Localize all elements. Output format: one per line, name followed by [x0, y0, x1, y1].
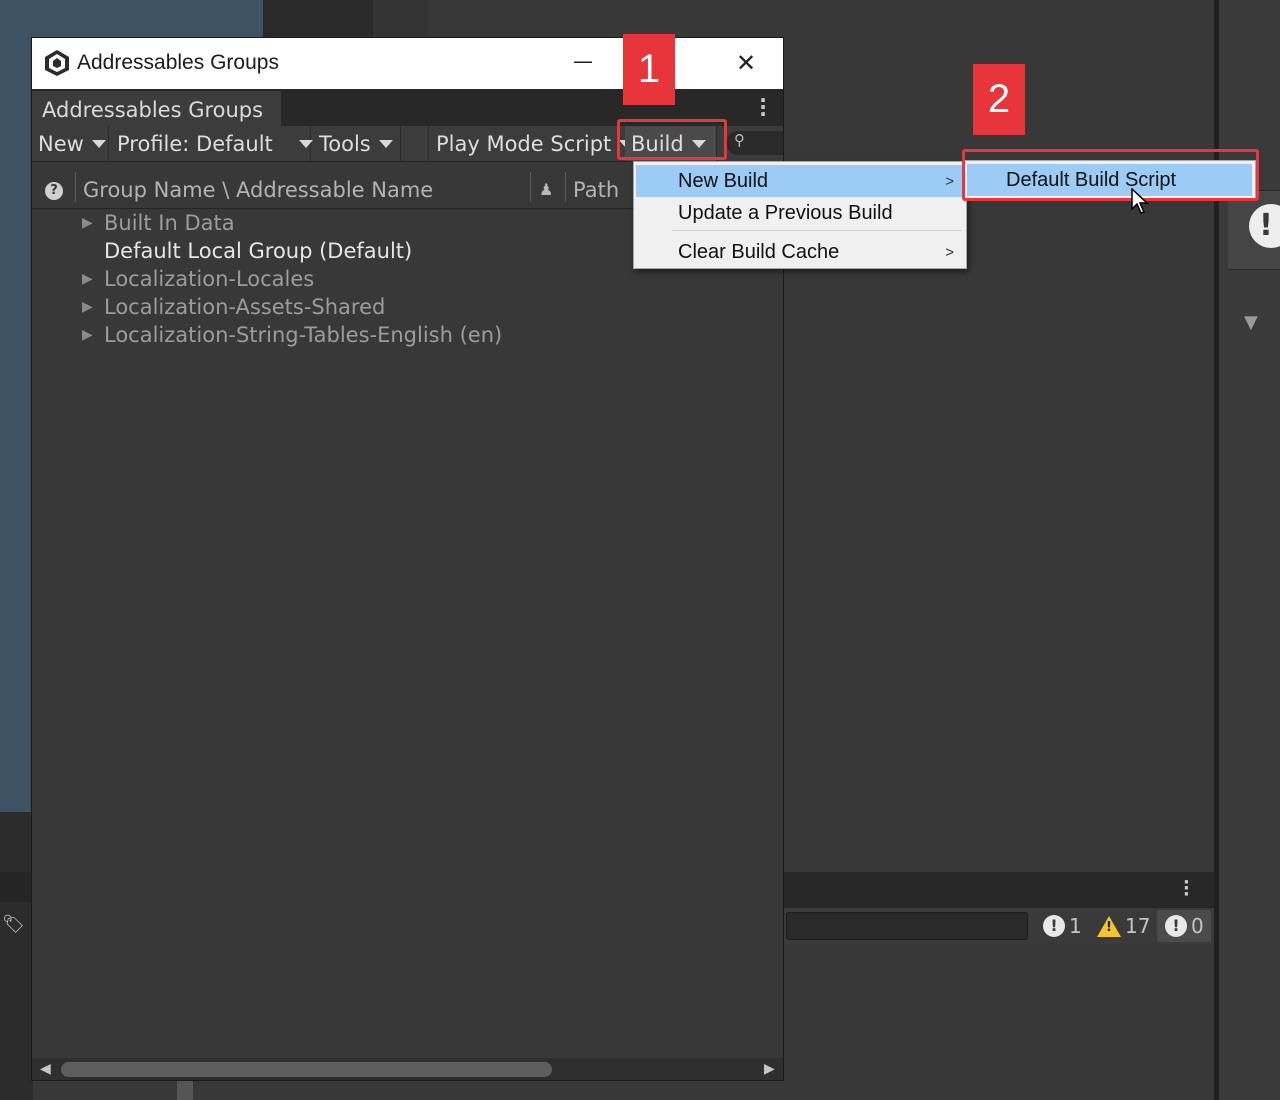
log-count-toggle[interactable]: ! 0: [1165, 912, 1204, 940]
project-toolbar: [0, 872, 33, 902]
error-count: 1: [1069, 914, 1082, 938]
group-row-default-local[interactable]: Default Local Group (Default): [82, 237, 412, 265]
group-row-localization-string-tables[interactable]: ▶ Localization-String-Tables-English (en…: [82, 321, 502, 349]
menu-item-label: Clear Build Cache: [678, 240, 840, 263]
tools-dropdown[interactable]: Tools: [313, 126, 401, 161]
scroll-right-arrow-icon[interactable]: ▶: [764, 1061, 775, 1077]
profile-label: Profile: Default: [117, 131, 273, 156]
log-count: 0: [1191, 914, 1204, 938]
step-badge-2: 2: [973, 64, 1025, 135]
callout-highlight-default-build-script: [962, 149, 1259, 201]
menu-item-label: Update a Previous Build: [678, 201, 893, 224]
group-label: Localization-Locales: [104, 267, 315, 291]
group-row-built-in-data[interactable]: ▶ Built In Data: [82, 209, 235, 237]
group-label: Built In Data: [104, 211, 235, 235]
caret-down-icon: [378, 139, 393, 148]
caret-down-icon: [91, 139, 106, 148]
menu-item-label: New Build: [678, 169, 769, 192]
group-label: Default Local Group (Default): [104, 239, 413, 263]
warning-icon: !: [1097, 915, 1121, 937]
submenu-arrow-icon: >: [945, 243, 954, 261]
close-button[interactable]: ✕: [722, 38, 770, 89]
scrollbar-thumb[interactable]: [61, 1062, 552, 1077]
splitter-handle[interactable]: [177, 1080, 193, 1100]
group-label: Localization-String-Tables-English (en): [104, 323, 503, 347]
mouse-cursor-icon: [1131, 188, 1149, 214]
error-icon: !: [1043, 915, 1065, 937]
menu-separator: [672, 230, 962, 231]
expand-arrow-icon[interactable]: ▶: [82, 327, 104, 343]
expand-arrow-icon[interactable]: ▶: [82, 299, 104, 315]
menu-item-update-previous-build[interactable]: Update a Previous Build: [636, 197, 964, 229]
column-separator[interactable]: [530, 172, 531, 202]
triangle-down-icon[interactable]: ▼: [1244, 312, 1258, 333]
expand-arrow-icon[interactable]: ▶: [82, 271, 104, 287]
project-panel: [0, 812, 33, 1100]
expand-arrow-icon[interactable]: ▶: [82, 215, 104, 231]
search-input[interactable]: ⚲: [726, 131, 783, 155]
minimize-button[interactable]: —: [559, 38, 607, 89]
console-header: [784, 872, 1214, 908]
window-title: Addressables Groups: [77, 51, 279, 74]
warning-count: 17: [1125, 914, 1151, 938]
search-icon: ⚲: [734, 131, 745, 149]
kebab-menu-icon[interactable]: · · ·: [1183, 874, 1190, 904]
tab-addressables-groups[interactable]: Addressables Groups: [32, 91, 281, 126]
menu-item-new-build[interactable]: New Build >: [636, 165, 964, 197]
log-icon: !: [1165, 915, 1187, 937]
console-search-input[interactable]: [786, 912, 1028, 940]
group-row-localization-locales[interactable]: ▶ Localization-Locales: [82, 265, 314, 293]
column-header-path[interactable]: Path: [573, 178, 619, 202]
error-count-toggle[interactable]: ! 1: [1043, 912, 1082, 940]
column-separator[interactable]: [75, 172, 76, 202]
group-label: Localization-Assets-Shared: [104, 295, 386, 319]
tag-icon[interactable]: 🏷︎: [2, 914, 25, 935]
scroll-left-arrow-icon[interactable]: ◀: [40, 1061, 51, 1077]
caret-down-icon: [298, 139, 313, 148]
column-separator[interactable]: [565, 172, 566, 202]
help-icon[interactable]: ?: [45, 182, 63, 200]
new-label: New: [38, 131, 84, 156]
new-dropdown[interactable]: New: [32, 126, 109, 161]
unity-logo-icon: [45, 50, 69, 76]
column-header-name[interactable]: Group Name \ Addressable Name: [83, 178, 433, 202]
play-mode-label: Play Mode Script: [436, 131, 612, 156]
group-row-localization-assets-shared[interactable]: ▶ Localization-Assets-Shared: [82, 293, 385, 321]
asset-type-icon[interactable]: ♟: [539, 180, 553, 199]
kebab-menu-icon[interactable]: · · ·: [756, 90, 770, 124]
submenu-arrow-icon: >: [945, 172, 954, 190]
play-mode-script-dropdown[interactable]: Play Mode Script: [430, 126, 634, 161]
profile-dropdown[interactable]: Profile: Default: [111, 126, 313, 161]
warning-count-toggle[interactable]: ! 17: [1097, 912, 1150, 940]
callout-highlight-build: [617, 119, 727, 160]
step-badge-1: 1: [623, 34, 675, 105]
build-dropdown-menu: New Build > Update a Previous Build Clea…: [633, 161, 967, 269]
tools-label: Tools: [319, 131, 371, 156]
menu-item-clear-build-cache[interactable]: Clear Build Cache >: [636, 236, 964, 268]
toolbar-spacer: [403, 126, 429, 161]
horizontal-scrollbar[interactable]: ◀ ▶: [32, 1058, 783, 1080]
